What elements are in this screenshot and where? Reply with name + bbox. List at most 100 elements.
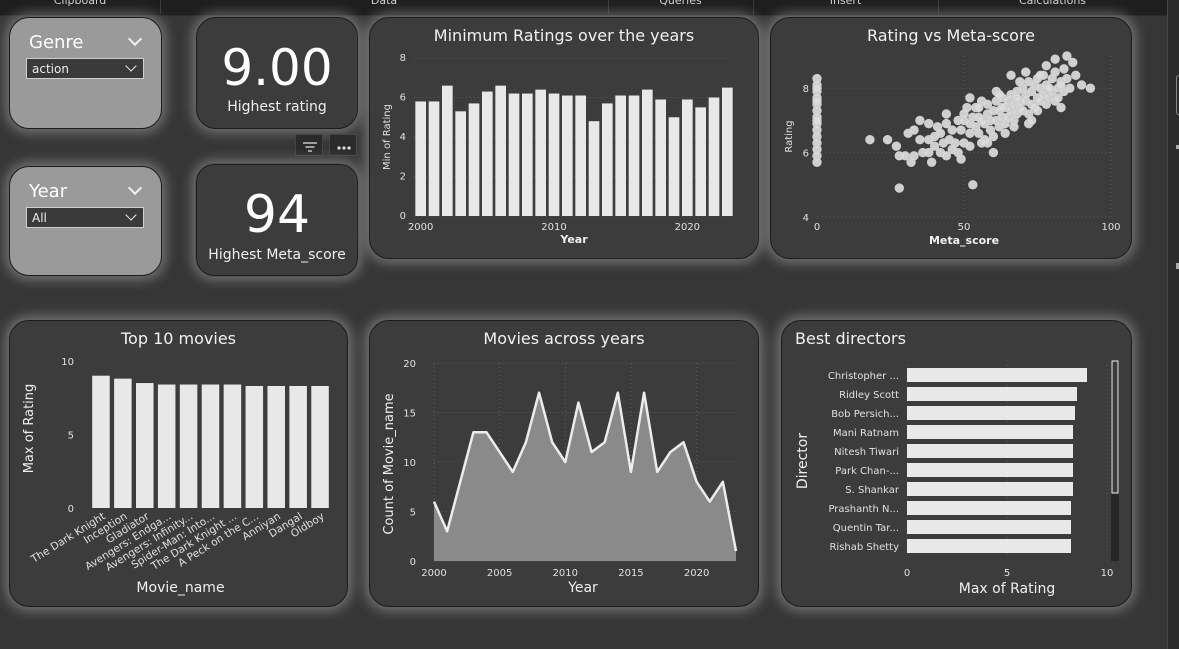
y-tick-label: Ridley Scott [839,390,899,401]
movies-across-years-card[interactable]: Movies across years 0 5 10 15 20 2000 2005 2010… [369,320,759,607]
scatter-point [865,135,875,145]
scatter-point [1026,115,1037,126]
y-tick-label: 4 [400,132,406,143]
scatter-point [941,118,952,129]
genre-slicer-title: Genre [29,32,84,53]
bar [289,385,307,508]
more-options-icon [337,146,351,150]
ribbon-group-data[interactable]: Data [160,0,609,14]
bar [628,95,640,216]
scatter-point [891,141,902,151]
genre-dropdown[interactable]: action [26,58,144,79]
highest-meta-score-card[interactable]: 94 Highest Meta_score [195,163,359,277]
y-tick-label: 20 [403,359,416,370]
scatter-point [1021,67,1031,77]
x-tick-label: 2015 [618,568,643,579]
min-ratings-chart-card[interactable]: Minimum Ratings over the years 0 2 4 6 8 2000… [369,17,759,259]
best-directors-card[interactable]: Best directors 0 5 10 Christopher ... Ridley… [781,320,1132,607]
y-tick-label: Bob Persich... [831,409,899,420]
scrollbar-thumb[interactable] [1111,360,1119,494]
scatter-point [812,83,822,93]
collapsed-right-pane[interactable] [1167,0,1179,649]
ribbon-group-queries[interactable]: Queries [608,0,754,14]
x-axis-label: Year [559,233,588,246]
y-axis-label: Count of Movie_name [382,393,397,534]
y-tick-label: 10 [403,458,416,469]
y-tick-label: 6 [803,149,809,160]
scatter-point [1056,102,1066,113]
bar [907,482,1073,496]
y-tick-label: 10 [61,357,74,368]
scatter-point [812,96,822,106]
scatter-point [1085,83,1096,93]
highest-rating-card[interactable]: 9.00 Highest rating [196,17,358,129]
x-tick-label: 2010 [553,568,578,579]
bar [722,87,733,216]
x-tick-label: 0 [904,568,910,579]
ribbon-group-clipboard[interactable]: Clipboard [0,0,161,14]
bar [655,99,666,216]
y-tick-label: 5 [68,431,74,442]
ribbon-group-insert[interactable]: Insert [753,0,939,14]
chevron-down-icon[interactable] [127,180,143,196]
y-axis-label: Min of Rating [382,104,393,170]
highest-meta-score-label: Highest Meta_score [208,247,346,263]
y-tick-label: 5 [410,508,416,519]
rating-vs-meta-score-card[interactable]: Rating vs Meta-score 4 6 8 0 50 100 Meta_score… [770,17,1132,259]
scatter-point [1056,80,1066,90]
y-axis-label: Max of Rating [22,384,37,474]
x-tick-label: 2000 [421,568,446,579]
chevron-down-icon [125,209,137,221]
x-tick-label: 0 [814,222,820,233]
scatter-point [915,115,925,126]
ribbon-group-calculations[interactable]: Calculations [938,0,1167,14]
y-tick-label: Park Chan-... [835,466,899,477]
y-axis-label: Director [795,433,811,489]
y-axis-label: Rating [784,120,795,152]
top-10-movies-card[interactable]: Top 10 movies 0 5 10 The Dark Knight Incepti… [9,320,348,607]
rating-vs-meta-score-chart: 4 6 8 0 50 100 Meta_score Rating [784,51,1121,247]
bar [548,93,560,216]
bar [588,121,600,216]
x-axis-label: Year [567,580,598,596]
bar [535,89,546,216]
scatter-point [956,125,966,135]
year-slicer[interactable]: Year All [9,166,162,276]
scatter-point [968,180,978,190]
scatter-point [994,89,1004,100]
bar [157,384,176,508]
bar [442,85,453,217]
scatter-point [812,157,822,167]
chevron-down-icon[interactable] [127,31,143,47]
scatter-point [965,93,975,103]
bar [642,89,653,216]
scatter-point [941,109,952,119]
year-slicer-title: Year [29,181,68,202]
bar [695,107,706,216]
bar [668,117,680,216]
bar [602,103,613,216]
y-tick-label: 8 [803,84,809,95]
genre-slicer[interactable]: Genre action [9,17,162,129]
year-dropdown[interactable]: All [26,207,144,228]
y-tick-label: 2 [400,172,406,183]
y-tick-label: 0 [68,504,74,515]
bar [415,101,426,216]
more-options-button[interactable] [329,134,357,156]
scatter-point [997,102,1007,113]
highest-rating-value: 9.00 [221,39,333,97]
y-tick-label: Nitesh Tiwari [834,447,899,458]
y-tick-label: Mani Ratnam [833,428,899,439]
scatter-point [924,147,934,158]
scatter-point [976,138,987,148]
scatter-point [959,109,969,119]
y-tick-label: 6 [400,93,406,104]
y-tick-label: 8 [400,53,406,64]
y-tick-label: Quentin Tar... [833,523,899,534]
filter-button[interactable] [295,134,323,156]
scatter-point [1050,54,1060,64]
y-tick-label: S. Shankar [845,485,900,496]
y-tick-label: 0 [400,211,406,222]
x-axis-label: Max of Rating [959,581,1055,597]
best-directors-chart: 0 5 10 Christopher ... Ridley Scott Bob Persi… [795,360,1119,597]
